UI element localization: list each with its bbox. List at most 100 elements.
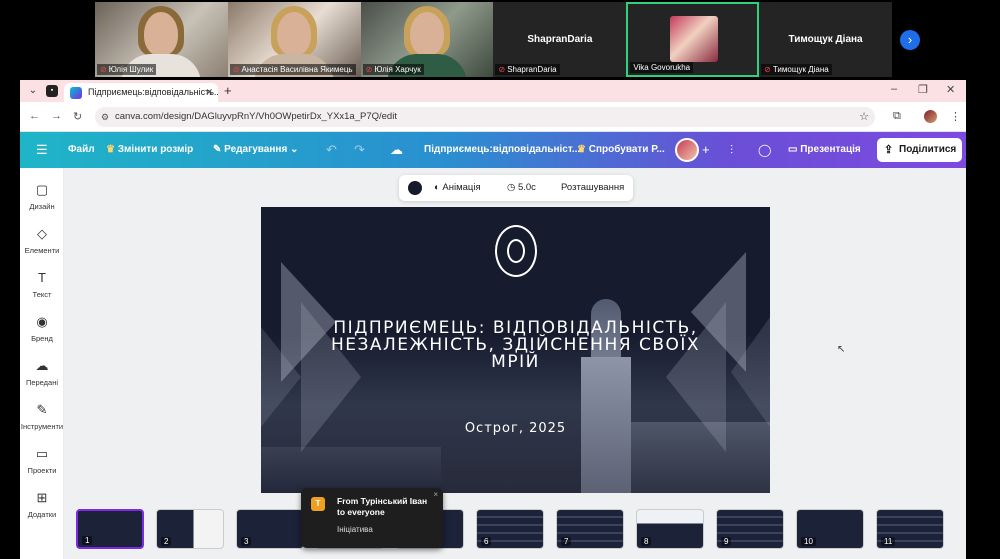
extensions-icon[interactable]: ⧉ [893, 110, 901, 123]
crown-icon: ♛ [577, 144, 589, 155]
sidebar-item-brand[interactable]: ◉ Бренд [20, 314, 64, 343]
page-number: 10 [801, 537, 816, 546]
close-window-button[interactable]: ✕ [946, 83, 955, 96]
document-title[interactable]: Підприємець:відповідальніст... [424, 132, 580, 168]
sidebar-item-elements[interactable]: ◇ Елементи [20, 226, 64, 255]
background-color-swatch[interactable] [408, 181, 422, 195]
page-thumbnail[interactable]: 11 [876, 509, 944, 549]
participant-tile[interactable]: ShapranDaria ⊘ ShapranDaria [493, 2, 627, 77]
page-thumbnail[interactable]: 3 [236, 509, 304, 549]
canva-toolbar: ☰ Файл ♛ Змінити розмір ✎ Редагування ⌄ … [20, 132, 966, 168]
address-bar: ← → ↻ ⚙ canva.com/design/DAGluyvpRnY/Vh0… [20, 102, 966, 132]
browser-tab[interactable]: Підприємець:відповідальність... ✕ [64, 83, 218, 102]
tab-search-icon[interactable]: ⌄ [26, 84, 40, 98]
mouse-cursor-icon: ↖ [837, 344, 846, 355]
pencil-icon: ✎ [213, 144, 225, 155]
participant-avatar [670, 16, 719, 62]
mic-muted-icon: ⊘ [498, 65, 506, 74]
page-number: 2 [161, 537, 172, 546]
browser-window: ⌄ ▪ Підприємець:відповідальність... ✕ + … [20, 80, 966, 559]
sidebar-item-text[interactable]: T Текст [20, 270, 64, 299]
page-thumbnail[interactable]: 10 [796, 509, 864, 549]
forward-icon[interactable]: → [51, 110, 62, 122]
close-tab-icon[interactable]: ✕ [205, 83, 213, 102]
sidebar-item-design[interactable]: ▢ Дизайн [20, 182, 64, 211]
url-field[interactable]: ⚙ canva.com/design/DAGluyvpRnY/Vh0OWpeti… [95, 107, 875, 127]
present-button[interactable]: ▭ Презентація [780, 138, 869, 162]
browser-menu-icon[interactable]: ⋮ [950, 110, 961, 123]
bookmark-star-icon[interactable]: ☆ [859, 107, 869, 127]
page-thumbnails: 1 2 3 4 5 6 7 8 9 10 11 [64, 497, 966, 559]
redo-icon[interactable]: ↷ [354, 132, 365, 168]
page-thumbnail[interactable]: 8 [636, 509, 704, 549]
maximize-button[interactable]: ❐ [918, 83, 928, 96]
participant-name: Анастасія Василівна Якимець [241, 65, 353, 74]
participant-display-name: Тимощук Діана [788, 34, 863, 45]
resize-button[interactable]: ♛ Змінити розмір [106, 132, 193, 168]
participant-tile[interactable]: ⊘ Юлія Харчук [360, 2, 494, 77]
chevron-right-icon[interactable]: › [900, 30, 920, 50]
minimize-button[interactable]: – [891, 83, 897, 95]
slide-title[interactable]: ПІДПРИЄМЕЦЬ: ВІДПОВІДАЛЬНІСТЬ, НЕЗАЛЕЖНІ… [321, 320, 710, 371]
page-number: 8 [641, 537, 652, 546]
participant-name: Юлія Харчук [374, 65, 421, 74]
page-number: 6 [481, 537, 492, 546]
add-collaborator-icon[interactable]: + [702, 132, 710, 168]
sidebar-item-uploads[interactable]: ☁ Передані [20, 358, 64, 387]
sidebar-item-label: Інструменти [20, 422, 64, 431]
chat-notification[interactable]: T From Турінський Іван to everyone Ініці… [301, 488, 443, 548]
folder-icon: ▭ [35, 446, 49, 461]
back-icon[interactable]: ← [29, 110, 40, 122]
mic-muted-icon: ⊘ [100, 65, 107, 74]
comment-icon[interactable]: ◯ [758, 132, 771, 168]
hamburger-menu-icon[interactable]: ☰ [36, 132, 48, 168]
present-icon: ▭ [788, 144, 801, 155]
share-button[interactable]: ⇪ Поділитися [877, 138, 962, 162]
decorative-triangle [261, 327, 301, 427]
context-toolbar: ◐ Анімація ◷ 5.0с Розташування [399, 175, 633, 201]
participant-tile[interactable]: ⊘ Юлія Шулик [95, 2, 228, 77]
participant-display-name: ShapranDaria [527, 34, 593, 45]
page-thumbnail[interactable]: 6 [476, 509, 544, 549]
slide-canvas[interactable]: ПІДПРИЄМЕЦЬ: ВІДПОВІДАЛЬНІСТЬ, НЕЗАЛЕЖНІ… [261, 207, 770, 493]
sidebar-item-label: Бренд [31, 334, 53, 343]
page-number: 11 [881, 537, 896, 546]
crown-icon: ♛ [106, 144, 118, 155]
sidebar-item-projects[interactable]: ▭ Проекти [20, 446, 64, 475]
sender-avatar: T [311, 497, 325, 511]
sidebar-item-apps[interactable]: ⊞ Додатки [20, 490, 64, 519]
position-button[interactable]: Розташування [561, 175, 624, 201]
new-tab-button[interactable]: + [224, 83, 232, 98]
duration-button[interactable]: ◷ 5.0с [507, 175, 536, 201]
page-thumbnail[interactable]: 7 [556, 509, 624, 549]
undo-icon[interactable]: ↶ [326, 132, 337, 168]
profile-avatar[interactable] [924, 110, 937, 123]
site-info-icon[interactable]: ⚙ [101, 107, 109, 127]
page-thumbnail[interactable]: 1 [76, 509, 144, 549]
page-thumbnail[interactable]: 9 [716, 509, 784, 549]
mic-muted-icon: ⊘ [365, 65, 373, 74]
participant-tile[interactable]: Тимощук Діана ⊘ Тимощук Діана [759, 2, 892, 77]
close-icon[interactable]: × [433, 490, 438, 499]
mic-muted-icon: ⊘ [764, 65, 771, 74]
clock-icon: ◷ [507, 182, 518, 193]
upload-cloud-icon: ☁ [35, 358, 49, 373]
slide-subtitle[interactable]: Острог, 2025 [261, 421, 770, 436]
try-pro-button[interactable]: ♛ Спробувати Р... [577, 132, 665, 168]
sidebar-item-tools[interactable]: ✎ Інструменти [20, 402, 64, 431]
screen: ⊘ Юлія Шулик ⊘ Анастасія Василівна Якимець… [0, 0, 1000, 559]
participant-tile-active[interactable]: Vika Govorukha [626, 2, 760, 77]
reload-icon[interactable]: ↻ [73, 110, 82, 123]
editing-mode-button[interactable]: ✎ Редагування ⌄ [213, 132, 298, 168]
page-thumbnail[interactable]: 2 [156, 509, 224, 549]
participant-tile[interactable]: ⊘ Анастасія Василівна Якимець [227, 2, 361, 77]
sidebar-item-label: Передані [25, 378, 59, 387]
cloud-save-icon[interactable]: ☁ [390, 132, 403, 168]
file-menu[interactable]: Файл [68, 132, 95, 168]
app-icon[interactable]: ▪ [46, 85, 58, 97]
university-logo [495, 225, 537, 277]
sidebar-item-label: Елементи [24, 246, 60, 255]
animation-button[interactable]: ◐ Анімація [434, 175, 481, 201]
insights-chart-icon[interactable]: ⫶ [730, 132, 733, 168]
collaborator-avatar[interactable] [675, 138, 699, 162]
